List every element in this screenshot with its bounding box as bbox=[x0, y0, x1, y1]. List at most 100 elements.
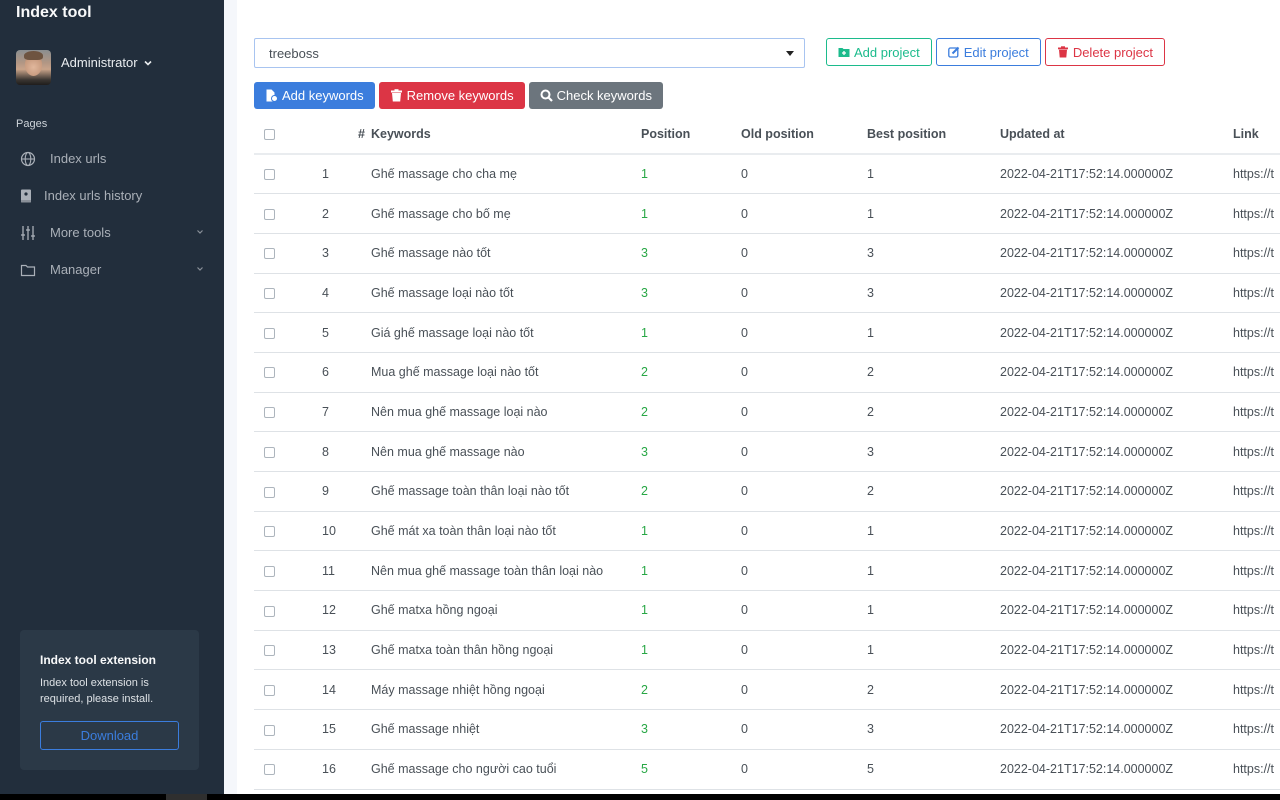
edit-project-button[interactable]: Edit project bbox=[935, 38, 1041, 66]
position-cell: 2 bbox=[641, 352, 741, 393]
table-row[interactable]: 12 Ghế matxa hồng ngoại 1 0 1 2022-04-21T17:5… bbox=[254, 590, 1280, 631]
check-keywords-button[interactable]: Check keywords bbox=[528, 82, 663, 109]
table-row[interactable]: 5 Giá ghế massage loại nào tốt 1 0 1 2022-04-… bbox=[254, 312, 1280, 353]
row-checkbox[interactable] bbox=[264, 367, 275, 379]
row-checkbox-cell bbox=[254, 273, 304, 314]
link-cell[interactable]: https://t bbox=[1233, 154, 1280, 195]
column-header-keywords[interactable]: Keywords bbox=[371, 115, 641, 155]
table-row[interactable]: 2 Ghế massage cho bố mẹ 1 0 1 2022-04-21T17:5… bbox=[254, 193, 1280, 234]
link-cell[interactable]: https://t bbox=[1233, 312, 1280, 353]
link-cell[interactable]: https://t bbox=[1233, 431, 1280, 472]
table-row[interactable]: 1 Ghế massage cho cha mẹ 1 0 1 2022-04-21T17:… bbox=[254, 154, 1280, 195]
user-menu[interactable]: Administrator bbox=[16, 50, 153, 85]
best-position-cell: 5 bbox=[867, 749, 1000, 790]
row-checkbox-cell bbox=[254, 550, 304, 592]
old-position-cell: 0 bbox=[741, 630, 867, 671]
row-checkbox[interactable] bbox=[264, 526, 275, 538]
trash-icon bbox=[1057, 46, 1068, 58]
row-checkbox[interactable] bbox=[264, 327, 275, 339]
sidebar-item-index-urls-history[interactable]: Index urls history bbox=[0, 177, 224, 214]
column-header-link[interactable]: Link bbox=[1233, 115, 1280, 155]
table-row[interactable]: 3 Ghế massage nào tốt 3 0 3 2022-04-21T17:52:… bbox=[254, 233, 1280, 274]
table-row[interactable]: 8 Nên mua ghế massage nào 3 0 3 2022-04-21T17… bbox=[254, 431, 1280, 472]
column-header-position[interactable]: Position bbox=[641, 115, 741, 155]
remove-keywords-button[interactable]: Remove keywords bbox=[378, 82, 525, 109]
download-button[interactable]: Download bbox=[40, 721, 179, 750]
row-checkbox[interactable] bbox=[264, 605, 275, 617]
link-cell[interactable]: https://t bbox=[1233, 273, 1280, 314]
row-checkbox[interactable] bbox=[264, 565, 275, 577]
project-select[interactable]: treeboss bbox=[254, 38, 805, 68]
link-cell[interactable]: https://t bbox=[1233, 392, 1280, 433]
link-cell[interactable]: https://t bbox=[1233, 352, 1280, 393]
add-project-button[interactable]: Add project bbox=[826, 38, 932, 66]
scrollbar-thumb[interactable] bbox=[166, 794, 207, 800]
table-row[interactable]: 10 Ghế mát xa toàn thân loại nào tốt 1 0 1 20… bbox=[254, 511, 1280, 552]
old-position-cell: 0 bbox=[741, 471, 867, 512]
old-position-cell: 0 bbox=[741, 273, 867, 314]
select-all-checkbox-cell bbox=[254, 115, 304, 155]
extension-card-text: Index tool extension is required, please… bbox=[40, 677, 154, 705]
row-checkbox[interactable] bbox=[264, 407, 275, 419]
table-row[interactable]: 11 Nên mua ghế massage toàn thân loại nào… bbox=[254, 550, 1280, 592]
row-checkbox[interactable] bbox=[264, 169, 275, 181]
row-number: 2 bbox=[304, 193, 371, 234]
table-row[interactable]: 9 Ghế massage toàn thân loại nào tốt 2 0 2 20… bbox=[254, 471, 1280, 512]
row-checkbox[interactable] bbox=[264, 446, 275, 458]
keyword-cell: Ghế matxa hồng ngoại bbox=[371, 590, 641, 631]
table-row[interactable]: 15 Ghế massage nhiệt 3 0 3 2022-04-21T17:52:1… bbox=[254, 709, 1280, 750]
link-cell[interactable]: https://t bbox=[1233, 669, 1280, 711]
row-checkbox[interactable] bbox=[264, 486, 275, 498]
row-checkbox[interactable] bbox=[264, 288, 275, 300]
select-all-checkbox[interactable] bbox=[264, 129, 275, 141]
app-title[interactable]: Index tool bbox=[16, 4, 92, 22]
row-checkbox[interactable] bbox=[264, 208, 275, 220]
table-row[interactable]: 6 Mua ghế massage loại nào tốt 2 0 2 2022-04-… bbox=[254, 352, 1280, 393]
link-cell[interactable]: https://t bbox=[1233, 511, 1280, 552]
table-row[interactable]: 4 Ghế massage loại nào tốt 3 0 3 2022-04-21T1… bbox=[254, 273, 1280, 314]
sidebar-item-more-tools[interactable]: More tools bbox=[0, 214, 224, 251]
row-number: 13 bbox=[304, 630, 371, 671]
edit-icon bbox=[947, 46, 959, 58]
keyword-cell: Ghế massage loại nào tốt bbox=[371, 273, 641, 314]
delete-project-button[interactable]: Delete project bbox=[1044, 38, 1166, 66]
link-cell[interactable]: https://t bbox=[1233, 749, 1280, 790]
position-cell: 3 bbox=[641, 709, 741, 750]
row-checkbox-cell bbox=[254, 312, 304, 353]
keyword-cell: Ghế massage toàn thân loại nào tốt bbox=[371, 471, 641, 512]
link-cell[interactable]: https://t bbox=[1233, 193, 1280, 234]
row-checkbox-cell bbox=[254, 709, 304, 750]
add-keywords-button[interactable]: Add keywords bbox=[254, 82, 375, 109]
link-cell[interactable]: https://t bbox=[1233, 590, 1280, 631]
table-row[interactable]: 13 Ghế matxa toàn thân hồng ngoại 1 0 1 2022-… bbox=[254, 630, 1280, 671]
row-checkbox-cell bbox=[254, 431, 304, 472]
table-row[interactable]: 7 Nên mua ghế massage loại nào 2 0 2 2022-04-… bbox=[254, 392, 1280, 433]
position-cell: 1 bbox=[641, 193, 741, 234]
table-row[interactable]: 16 Ghế massage cho người cao tuổi 5 0 5 2022-… bbox=[254, 749, 1280, 790]
row-checkbox-cell bbox=[254, 352, 304, 393]
user-name: Administrator bbox=[61, 55, 138, 70]
link-cell[interactable]: https://t bbox=[1233, 630, 1280, 671]
position-cell: 2 bbox=[641, 471, 741, 512]
link-cell[interactable]: https://t bbox=[1233, 550, 1280, 592]
column-header-best-position[interactable]: Best position bbox=[867, 115, 1000, 155]
link-cell[interactable]: https://t bbox=[1233, 471, 1280, 512]
row-checkbox[interactable] bbox=[264, 645, 275, 657]
sidebar-item-index-urls[interactable]: Index urls bbox=[0, 140, 224, 177]
old-position-cell: 0 bbox=[741, 392, 867, 433]
row-checkbox[interactable] bbox=[264, 684, 275, 696]
row-checkbox[interactable] bbox=[264, 724, 275, 736]
old-position-cell: 0 bbox=[741, 193, 867, 234]
link-cell[interactable]: https://t bbox=[1233, 709, 1280, 750]
table-row[interactable]: 14 Máy massage nhiệt hồng ngoại 2 0 2 2022-04… bbox=[254, 669, 1280, 711]
column-header-updated-at[interactable]: Updated at bbox=[1000, 115, 1233, 155]
keyword-cell: Nên mua ghế massage nào bbox=[371, 431, 641, 472]
sidebar-item-manager[interactable]: Manager bbox=[0, 251, 224, 288]
row-checkbox[interactable] bbox=[264, 764, 275, 776]
column-header-number[interactable]: # bbox=[304, 115, 371, 155]
best-position-cell: 3 bbox=[867, 709, 1000, 750]
link-cell[interactable]: https://t bbox=[1233, 233, 1280, 274]
book-icon bbox=[18, 188, 34, 204]
column-header-old-position[interactable]: Old position bbox=[741, 115, 867, 155]
row-checkbox[interactable] bbox=[264, 248, 275, 260]
